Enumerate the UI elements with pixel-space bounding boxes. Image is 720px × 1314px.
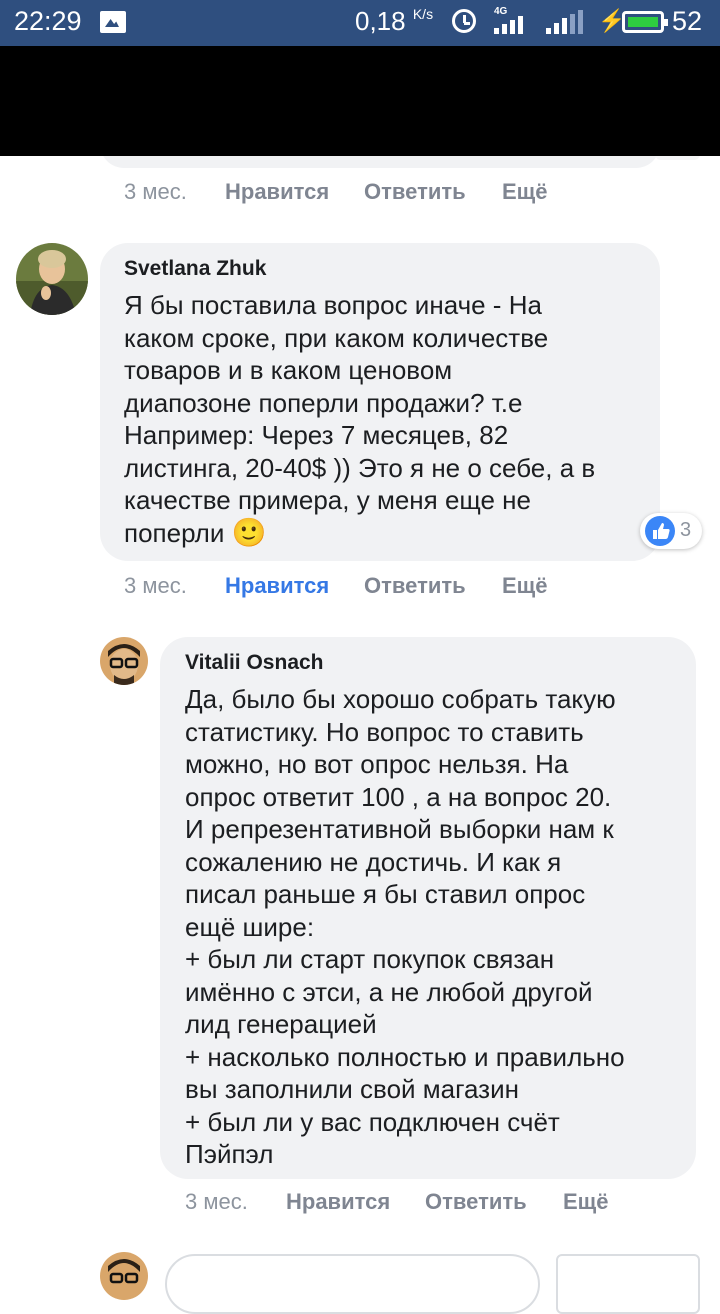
comment-time: 3 мес.	[124, 573, 187, 598]
redacted-header-overlay	[0, 46, 720, 156]
comment-time: 3 мес.	[185, 1189, 248, 1214]
comment-meta: 3 мес. Нравится Ответить Ещё	[124, 573, 547, 599]
gallery-notification-icon	[100, 11, 126, 33]
more-button[interactable]: Ещё	[502, 179, 547, 205]
signal-strength-icon-secondary	[546, 10, 583, 34]
smile-emoji: 🙂	[231, 516, 267, 548]
like-icon	[645, 516, 675, 546]
reaction-summary[interactable]: 3	[640, 513, 702, 549]
avatar-vitalii[interactable]	[100, 637, 148, 685]
reply-input[interactable]	[165, 1254, 540, 1314]
alarm-icon	[452, 9, 476, 33]
reply-send-button[interactable]	[556, 1254, 700, 1314]
comment-text: Да, было бы хорошо собрать такую статист…	[185, 684, 625, 1169]
clock: 22:29	[14, 6, 82, 36]
avatar-svetlana[interactable]	[16, 243, 88, 315]
more-button[interactable]: Ещё	[502, 573, 547, 599]
more-button[interactable]: Ещё	[563, 1189, 608, 1215]
reaction-count: 3	[680, 519, 692, 541]
comment-time: 3 мес.	[124, 179, 187, 204]
current-user-avatar	[100, 1252, 148, 1300]
battery-icon	[622, 11, 668, 33]
comment-author[interactable]: Svetlana Zhuk	[124, 257, 266, 281]
reply-meta: 3 мес. Нравится Ответить Ещё	[185, 1189, 608, 1215]
like-button[interactable]: Нравится	[225, 573, 364, 599]
status-bar: 22:29 0,18 K/s 4G ⚡ 52	[0, 0, 720, 46]
reply-button[interactable]: Ответить	[425, 1189, 563, 1215]
comment-text: Я бы поставила вопрос иначе - На каком с…	[124, 290, 596, 548]
like-button[interactable]: Нравится	[286, 1189, 425, 1215]
signal-strength-icon	[494, 16, 523, 34]
like-button[interactable]: Нравится	[225, 179, 364, 205]
reply-button[interactable]: Ответить	[364, 573, 502, 599]
previous-comment-meta: 3 мес. Нравится Ответить Ещё	[124, 179, 547, 205]
battery-level: 52	[672, 6, 703, 36]
network-speed: 0,18 K/s	[355, 6, 434, 36]
reply-button[interactable]: Ответить	[364, 179, 502, 205]
comment-author[interactable]: Vitalii Osnach	[185, 651, 324, 675]
